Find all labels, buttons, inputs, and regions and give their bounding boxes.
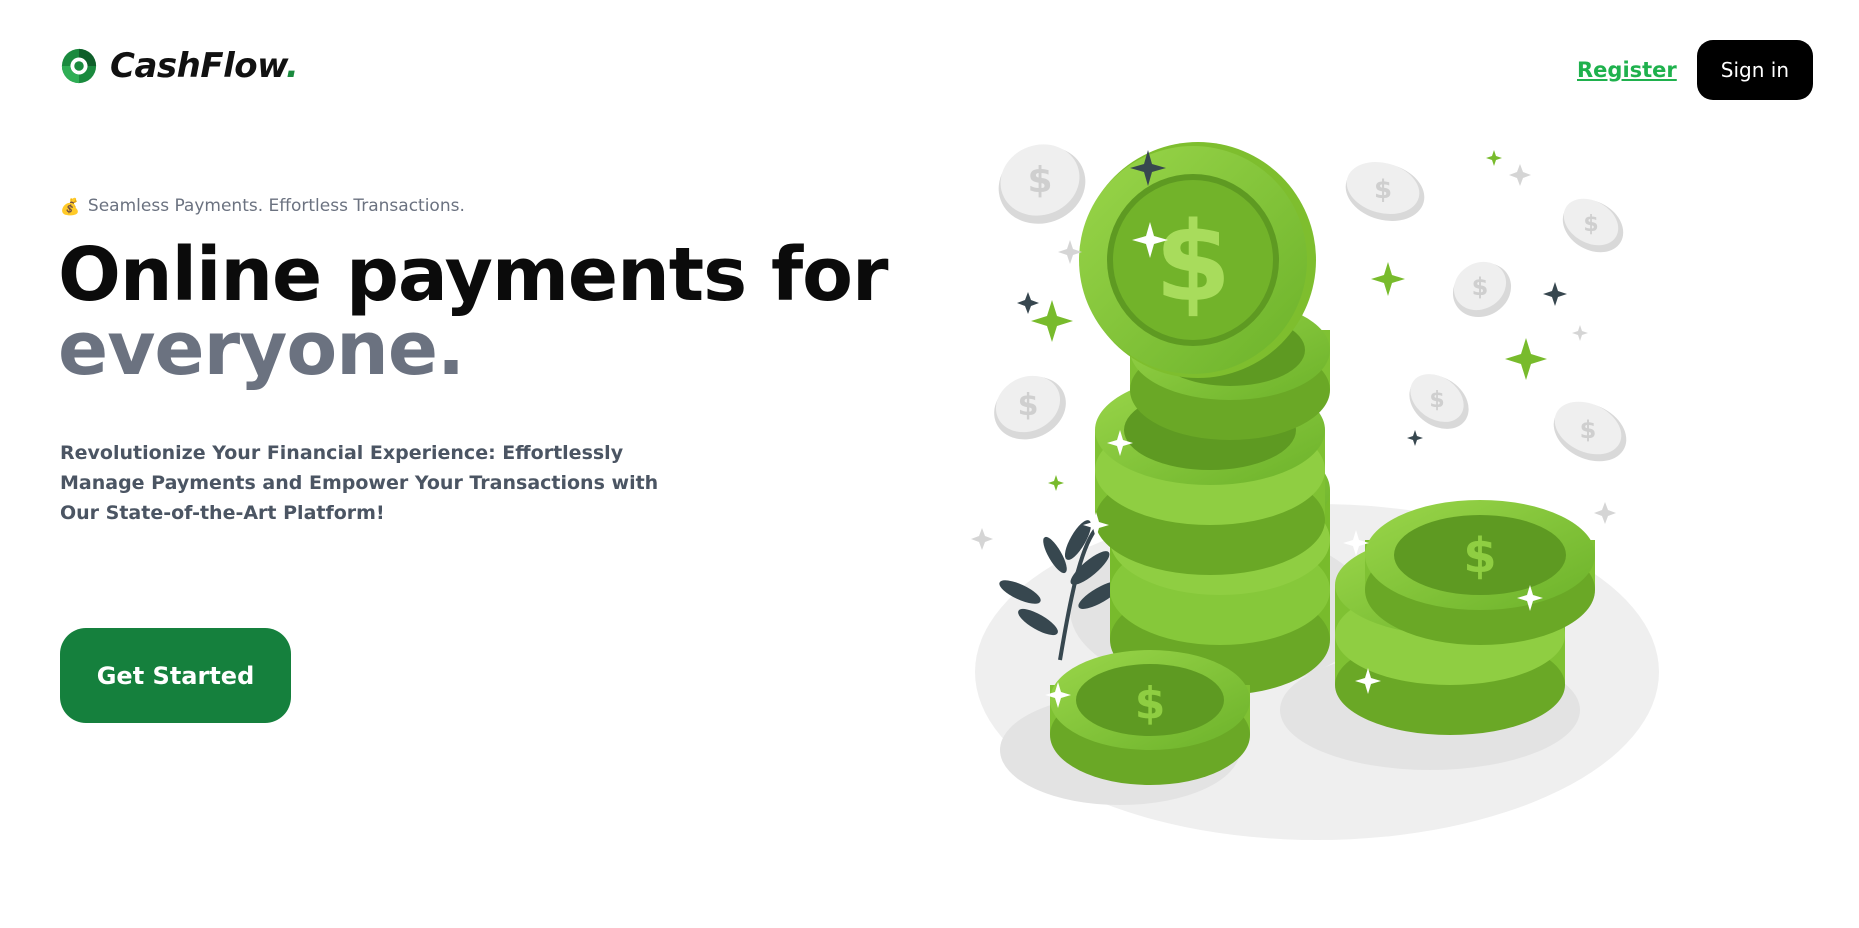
brand-name: CashFlow. <box>110 46 299 86</box>
svg-text:$: $ <box>1472 273 1489 301</box>
register-link[interactable]: Register <box>1577 58 1677 82</box>
brand-logo[interactable]: CashFlow. <box>60 46 299 86</box>
money-bag-icon: 💰 <box>60 196 80 216</box>
top-nav: Register Sign in <box>1577 40 1813 100</box>
coins-illustration: $ $ $ $ $ $ $ $ $ $ <box>971 142 1659 840</box>
hero-title-line2: everyone. <box>58 306 465 392</box>
svg-text:$: $ <box>1018 388 1039 423</box>
cashflow-logo-icon <box>61 48 97 84</box>
svg-text:$: $ <box>1580 416 1597 444</box>
silver-coin: $ <box>1452 261 1512 318</box>
svg-text:$: $ <box>1429 388 1444 413</box>
svg-text:$: $ <box>1583 212 1598 237</box>
hero-title: Online payments for everyone. <box>58 238 889 392</box>
standing-dollar-coin: $ <box>1079 142 1316 378</box>
svg-text:$: $ <box>1374 175 1392 205</box>
sign-in-button[interactable]: Sign in <box>1696 40 1813 100</box>
hero-tagline: 💰 Seamless Payments. Effortless Transact… <box>60 196 465 216</box>
svg-text:$: $ <box>1027 160 1052 201</box>
tagline-text: Seamless Payments. Effortless Transactio… <box>87 196 465 216</box>
svg-text:$: $ <box>1155 198 1232 326</box>
get-started-button[interactable]: Get Started <box>60 628 291 723</box>
silver-coin: $ <box>994 375 1066 440</box>
svg-text:$: $ <box>1135 678 1166 729</box>
coin-stack-front: $ <box>1050 650 1250 785</box>
coin-stack-right: $ <box>1335 500 1595 735</box>
svg-text:$: $ <box>1463 528 1496 584</box>
silver-coin: $ <box>1553 401 1627 462</box>
silver-coin: $ <box>1345 162 1425 221</box>
silver-coin: $ <box>1562 198 1624 253</box>
silver-coin: $ <box>998 144 1086 224</box>
silver-coin: $ <box>1409 374 1469 429</box>
hero-description: Revolutionize Your Financial Experience:… <box>60 442 659 524</box>
brand-dot: . <box>285 46 299 86</box>
landing-page: CashFlow. Register Sign in 💰 Seamless Pa… <box>0 0 1859 928</box>
